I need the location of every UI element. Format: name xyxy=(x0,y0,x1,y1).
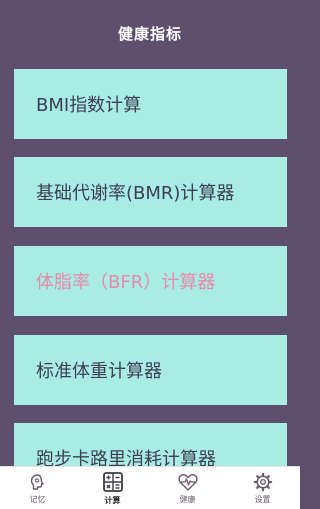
tab-label: 健康 xyxy=(179,494,196,504)
bmi-calculator-card[interactable]: BMI指数计算 xyxy=(14,69,287,139)
running-calorie-calculator-card[interactable]: 跑步卡路里消耗计算器 xyxy=(14,423,287,466)
tab-label: 计算 xyxy=(104,495,121,505)
card-label: 基础代谢率(BMR)计算器 xyxy=(36,183,235,204)
tab-label: 记忆 xyxy=(29,494,46,504)
bmr-calculator-card[interactable]: 基础代谢率(BMR)计算器 xyxy=(14,157,287,227)
tab-label: 设置 xyxy=(254,494,271,504)
page-title: 健康指标 xyxy=(117,24,182,43)
tab-calculate[interactable]: 计算 xyxy=(75,467,150,509)
heartbeat-icon xyxy=(177,472,199,492)
tab-memory[interactable]: 记忆 xyxy=(0,467,75,509)
standard-weight-calculator-card[interactable]: 标准体重计算器 xyxy=(14,335,287,405)
gear-icon xyxy=(253,472,273,492)
brain-head-icon xyxy=(28,472,48,492)
bfr-calculator-card[interactable]: 体脂率（BFR）计算器 xyxy=(14,246,287,316)
bottom-tab-bar: 记忆 计算 健康 设置 xyxy=(0,466,300,509)
card-label: BMI指数计算 xyxy=(36,95,142,116)
app-header: 健康指标 xyxy=(0,0,300,66)
calculator-list: BMI指数计算 基础代谢率(BMR)计算器 体脂率（BFR）计算器 标准体重计算… xyxy=(14,69,287,466)
calculator-icon xyxy=(102,471,124,493)
card-label: 标准体重计算器 xyxy=(36,361,162,382)
tab-settings[interactable]: 设置 xyxy=(225,467,300,509)
tab-health[interactable]: 健康 xyxy=(150,467,225,509)
card-label: 体脂率（BFR）计算器 xyxy=(36,272,216,293)
card-label: 跑步卡路里消耗计算器 xyxy=(36,449,216,466)
